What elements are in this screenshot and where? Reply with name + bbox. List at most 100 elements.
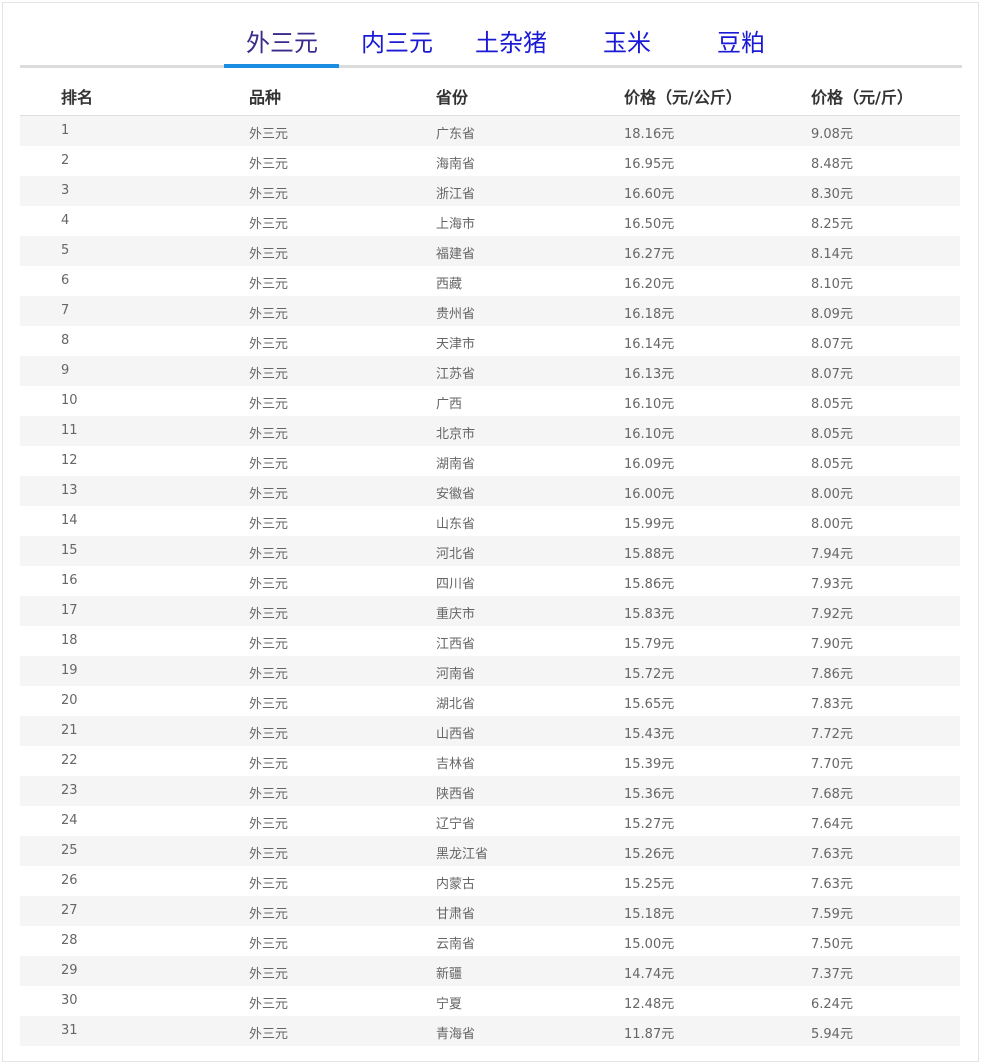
cell-province: 辽宁省 <box>436 817 476 832</box>
table-row: 8 外三元 天津市 16.14元 8.07元 <box>20 326 960 356</box>
cell-rank: 2 <box>61 153 70 168</box>
table-row: 27 外三元 甘肃省 15.18元 7.59元 <box>20 896 960 926</box>
header-price-per-jin: 价格（元/斤） <box>811 88 913 107</box>
cell-price-per-jin: 7.86元 <box>811 667 853 682</box>
cell-price-per-jin: 5.94元 <box>811 1027 853 1042</box>
header-breed: 品种 <box>249 88 282 107</box>
cell-breed: 外三元 <box>249 757 289 772</box>
cell-price-per-kg: 15.83元 <box>624 607 675 622</box>
cell-price-per-kg: 14.74元 <box>624 967 675 982</box>
cell-price-per-kg: 16.10元 <box>624 397 675 412</box>
active-tab-indicator <box>224 64 339 68</box>
cell-price-per-kg: 16.27元 <box>624 247 675 262</box>
cell-price-per-kg: 15.26元 <box>624 847 675 862</box>
tab-dou-po[interactable]: 豆粕 <box>717 28 765 68</box>
cell-breed: 外三元 <box>249 307 289 322</box>
table-row: 13 外三元 安徽省 16.00元 8.00元 <box>20 476 960 506</box>
cell-breed: 外三元 <box>249 637 289 652</box>
table-row: 31 外三元 青海省 11.87元 5.94元 <box>20 1016 960 1046</box>
cell-rank: 11 <box>61 423 78 438</box>
cell-breed: 外三元 <box>249 577 289 592</box>
table-row: 19 外三元 河南省 15.72元 7.86元 <box>20 656 960 686</box>
cell-rank: 10 <box>61 393 78 408</box>
cell-rank: 17 <box>61 603 78 618</box>
cell-province: 黑龙江省 <box>436 847 489 862</box>
cell-breed: 外三元 <box>249 997 289 1012</box>
cell-province: 上海市 <box>436 217 476 232</box>
cell-province: 北京市 <box>436 427 476 442</box>
table-body: 1 外三元 广东省 18.16元 9.08元 2 外三元 海南省 16.95元 8.48元 3 外三元… <box>20 116 960 1046</box>
cell-breed: 外三元 <box>249 337 289 352</box>
header-province: 省份 <box>436 88 469 107</box>
cell-breed: 外三元 <box>249 907 289 922</box>
cell-price-per-jin: 8.10元 <box>811 277 853 292</box>
cell-price-per-jin: 7.37元 <box>811 967 853 982</box>
cell-province: 吉林省 <box>436 757 476 772</box>
cell-province: 广东省 <box>436 127 476 142</box>
cell-price-per-kg: 15.88元 <box>624 547 675 562</box>
cell-province: 天津市 <box>436 337 476 352</box>
cell-province: 广西 <box>436 397 463 412</box>
cell-rank: 28 <box>61 933 78 948</box>
tab-yu-mi[interactable]: 玉米 <box>603 28 651 68</box>
cell-price-per-jin: 7.94元 <box>811 547 853 562</box>
cell-price-per-jin: 7.63元 <box>811 847 853 862</box>
cell-price-per-kg: 16.20元 <box>624 277 675 292</box>
cell-breed: 外三元 <box>249 547 289 562</box>
cell-price-per-jin: 8.14元 <box>811 247 853 262</box>
cell-breed: 外三元 <box>249 667 289 682</box>
cell-rank: 4 <box>61 213 70 228</box>
table-row: 11 外三元 北京市 16.10元 8.05元 <box>20 416 960 446</box>
cell-rank: 26 <box>61 873 78 888</box>
cell-rank: 13 <box>61 483 78 498</box>
cell-province: 新疆 <box>436 967 463 982</box>
cell-price-per-kg: 15.79元 <box>624 637 675 652</box>
cell-price-per-jin: 7.70元 <box>811 757 853 772</box>
table-row: 18 外三元 江西省 15.79元 7.90元 <box>20 626 960 656</box>
cell-breed: 外三元 <box>249 847 289 862</box>
cell-rank: 7 <box>61 303 70 318</box>
cell-breed: 外三元 <box>249 157 289 172</box>
cell-price-per-jin: 7.50元 <box>811 937 853 952</box>
cell-province: 四川省 <box>436 577 476 592</box>
cell-price-per-kg: 15.43元 <box>624 727 675 742</box>
cell-province: 湖北省 <box>436 697 476 712</box>
cell-price-per-kg: 15.99元 <box>624 517 675 532</box>
tab-tu-za-zhu[interactable]: 土杂猪 <box>475 28 547 68</box>
cell-price-per-kg: 15.00元 <box>624 937 675 952</box>
cell-rank: 21 <box>61 723 78 738</box>
cell-province: 甘肃省 <box>436 907 476 922</box>
cell-rank: 5 <box>61 243 70 258</box>
cell-price-per-jin: 8.05元 <box>811 457 853 472</box>
cell-breed: 外三元 <box>249 517 289 532</box>
table-row: 10 外三元 广西 16.10元 8.05元 <box>20 386 960 416</box>
cell-rank: 23 <box>61 783 78 798</box>
cell-province: 河南省 <box>436 667 476 682</box>
cell-price-per-kg: 18.16元 <box>624 127 675 142</box>
table-row: 23 外三元 陕西省 15.36元 7.68元 <box>20 776 960 806</box>
cell-province: 重庆市 <box>436 607 476 622</box>
cell-province: 山东省 <box>436 517 476 532</box>
cell-breed: 外三元 <box>249 217 289 232</box>
cell-price-per-kg: 15.72元 <box>624 667 675 682</box>
cell-rank: 9 <box>61 363 70 378</box>
table-row: 26 外三元 内蒙古 15.25元 7.63元 <box>20 866 960 896</box>
cell-rank: 25 <box>61 843 78 858</box>
table-row: 9 外三元 江苏省 16.13元 8.07元 <box>20 356 960 386</box>
table-row: 29 外三元 新疆 14.74元 7.37元 <box>20 956 960 986</box>
cell-price-per-jin: 8.00元 <box>811 487 853 502</box>
cell-province: 陕西省 <box>436 787 476 802</box>
cell-price-per-kg: 15.25元 <box>624 877 675 892</box>
tab-wai-san-yuan[interactable]: 外三元 <box>246 28 318 68</box>
cell-price-per-jin: 8.05元 <box>811 427 853 442</box>
tab-nei-san-yuan[interactable]: 内三元 <box>361 28 433 68</box>
cell-breed: 外三元 <box>249 937 289 952</box>
cell-rank: 19 <box>61 663 78 678</box>
cell-province: 福建省 <box>436 247 476 262</box>
cell-price-per-jin: 7.83元 <box>811 697 853 712</box>
cell-rank: 27 <box>61 903 78 918</box>
cell-price-per-kg: 15.27元 <box>624 817 675 832</box>
cell-price-per-jin: 8.48元 <box>811 157 853 172</box>
table-row: 4 外三元 上海市 16.50元 8.25元 <box>20 206 960 236</box>
cell-rank: 20 <box>61 693 78 708</box>
